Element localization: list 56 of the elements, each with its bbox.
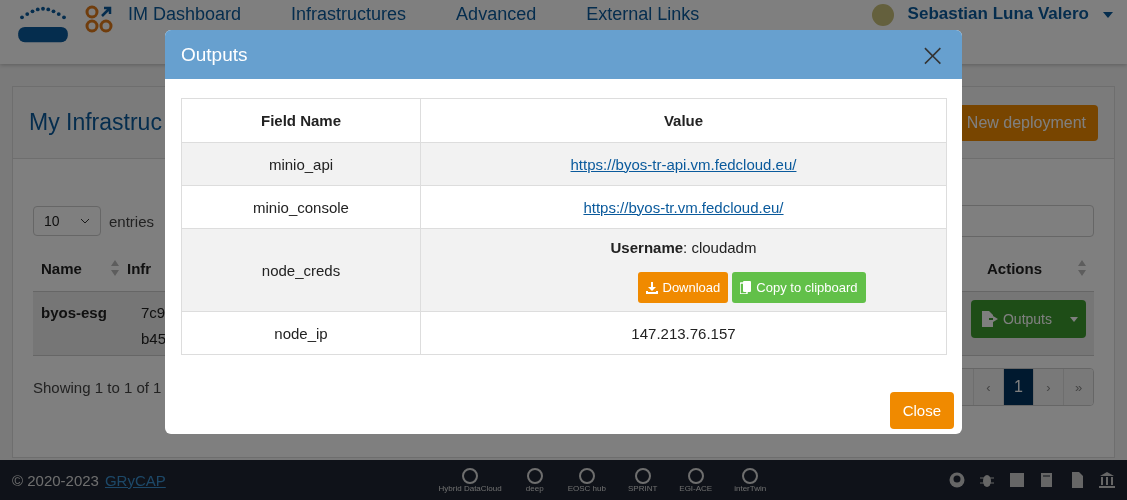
caret-icon (1070, 316, 1078, 322)
close-button[interactable]: × (917, 38, 948, 71)
bank-icon[interactable] (1099, 472, 1115, 488)
table-cell: 147.213.76.157 (420, 311, 947, 355)
chevron-icon (80, 218, 90, 224)
bug-icon[interactable] (979, 472, 995, 488)
nav-link[interactable]: Infrastructures (291, 4, 407, 25)
outputs-button[interactable]: Outputs (970, 300, 1062, 338)
copy-button[interactable]: Copy to clipboard (732, 272, 866, 303)
page-button[interactable]: › (1033, 369, 1063, 405)
page-button[interactable]: 1 (1003, 369, 1033, 405)
column-header: Value (420, 98, 947, 143)
user-menu[interactable]: Sebastian Luna Valero (907, 4, 1089, 24)
card-title: My Infrastruc (29, 109, 162, 136)
url-link[interactable]: https://byos-tr.vm.fedcloud.eu/ (583, 198, 784, 216)
page-button[interactable]: ‹ (973, 369, 1003, 405)
column-header[interactable]: Actions (987, 259, 1042, 277)
arrows-icon (84, 4, 114, 34)
table-cell-text: b45 (141, 329, 167, 349)
column-header: Field Name (181, 98, 421, 143)
app-name[interactable]: IM Dashboard (128, 4, 242, 25)
partner-logo[interactable]: SPRINT (627, 467, 658, 493)
document-icon[interactable] (1069, 472, 1085, 488)
sort-icon (111, 259, 119, 277)
sort-icon (1078, 259, 1086, 277)
table-cell: minio_api (181, 142, 421, 186)
download-button[interactable]: Download (637, 272, 729, 303)
url-link[interactable]: https://byos-tr-api.vm.fedcloud.eu/ (570, 155, 797, 173)
table-cell: node_creds (181, 228, 421, 312)
page-button[interactable]: » (1063, 369, 1093, 405)
dropdown-toggle[interactable] (1062, 300, 1086, 338)
entries-label: entries (109, 212, 155, 230)
table-cell-text: byos-esg (41, 303, 108, 323)
dialog-title: Outputs (181, 43, 248, 66)
table-cell: minio_console (181, 185, 421, 229)
partner-logo[interactable]: Hybrid DataCloud (438, 467, 502, 493)
copy-icon (740, 281, 752, 294)
table-cell: node_ip (181, 311, 421, 355)
avatar-icon (871, 4, 894, 26)
download-icon (645, 281, 658, 294)
table-info: Showing 1 to 1 of 1 (33, 378, 162, 396)
partner-logo[interactable]: EGI-ACE (679, 467, 713, 493)
nav-link[interactable]: External Links (586, 4, 700, 25)
close-button[interactable]: Close (889, 392, 954, 429)
github-icon[interactable] (949, 472, 965, 488)
partner-logo[interactable]: EOSC hub (567, 467, 606, 493)
table-cell-text: 7c9 (141, 303, 167, 323)
page-size-select[interactable]: 10 (33, 206, 101, 236)
caret-icon (1103, 12, 1113, 18)
copyright-text: © 2020-2023 (12, 471, 99, 489)
nav-link[interactable]: Advanced (456, 4, 537, 25)
file-export-icon (980, 311, 999, 327)
partner-logo[interactable]: deep (523, 467, 546, 493)
column-header[interactable]: Infr (127, 259, 152, 277)
username-text: Username: cloudadm (609, 239, 758, 256)
partner-logo[interactable]: interTwin (734, 467, 767, 493)
